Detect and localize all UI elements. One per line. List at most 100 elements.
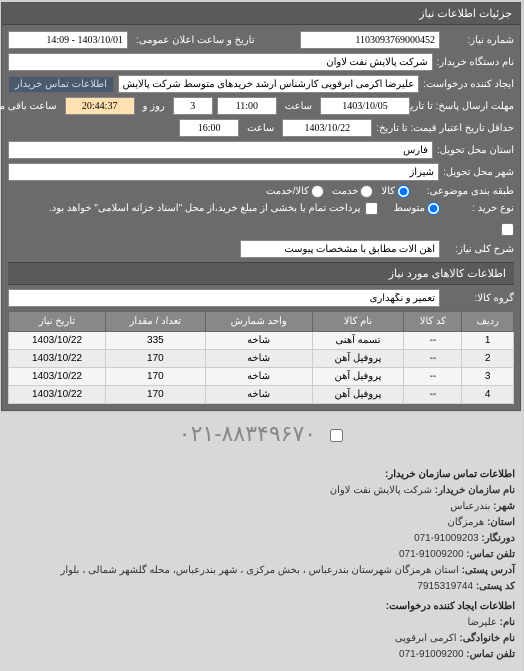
label-desc: شرح کلی نیاز:	[445, 244, 515, 255]
row-desc: شرح کلی نیاز:	[9, 240, 515, 258]
radio-gs-input[interactable]	[312, 185, 325, 198]
label-days-sep: روز و	[144, 101, 166, 112]
th-row: ردیف	[463, 312, 515, 332]
radio-medium-label: متوسط	[395, 203, 426, 214]
th-code: کد کالا	[405, 312, 463, 332]
footer-prov: استان: هرمزگان	[8, 515, 516, 531]
watermark-phone: ۰۲۱-۸۸۳۴۹۶۷۰	[0, 413, 524, 455]
input-buyer[interactable]	[9, 53, 434, 71]
radio-goods[interactable]: کالا	[382, 185, 411, 198]
th-unit: واحد شمارش	[206, 312, 313, 332]
radio-medium[interactable]: متوسط	[395, 202, 441, 215]
table-cell: پروفیل آهن	[313, 350, 405, 368]
input-deadline-time[interactable]	[218, 97, 278, 115]
input-creator[interactable]	[119, 75, 420, 93]
row-validity: حداقل تاریخ اعتبار قیمت: تا تاریخ: ساعت	[9, 119, 515, 137]
table-cell: 1403/10/22	[10, 368, 107, 386]
label-deadline-at: ساعت	[286, 101, 313, 112]
table-cell: 170	[107, 368, 207, 386]
row-purchase-type: نوع خرید : متوسط پرداخت تمام یا بخشی از …	[9, 202, 515, 215]
panel-title: جزئیات اطلاعات نیاز	[3, 3, 521, 25]
label-buyer: نام دستگاه خریدار:	[438, 57, 515, 68]
table-cell: 1403/10/22	[10, 386, 107, 404]
footer-tel2: تلفن تماس: 91009200-071	[8, 647, 516, 663]
checkbox-treasury-input[interactable]	[366, 202, 379, 215]
radio-goods-input[interactable]	[398, 185, 411, 198]
table-cell: 1	[463, 332, 515, 350]
radio-medium-input[interactable]	[428, 202, 441, 215]
input-req-no[interactable]	[301, 31, 441, 49]
watermark-checkbox[interactable]	[331, 429, 344, 442]
label-deadline: مهلت ارسال پاسخ: تا تاریخ:	[415, 101, 515, 112]
table-cell: پروفیل آهن	[313, 368, 405, 386]
checkbox-extra[interactable]	[502, 223, 515, 236]
input-validity-date[interactable]	[283, 119, 373, 137]
radio-service-label: خدمت	[333, 186, 360, 197]
panel-body: شماره نیاز: تاریخ و ساعت اعلان عمومی: نا…	[3, 25, 521, 410]
label-province: استان محل تحویل:	[438, 145, 515, 156]
row-group: گروه کالا:	[9, 289, 515, 307]
purchase-note: پرداخت تمام یا بخشی از مبلغ خرید،از محل …	[50, 203, 362, 214]
row-subject-cat: طبقه بندی موضوعی: کالا خدمت کالا/خدمت	[9, 185, 515, 198]
table-row[interactable]: 3--پروفیل آهنشاخه1701403/10/22	[10, 368, 515, 386]
radio-group-subject: کالا خدمت کالا/خدمت	[267, 185, 411, 198]
footer-org: نام سازمان خریدار: شرکت پالایش نفت لاوان	[8, 483, 516, 499]
footer: اطلاعات تماس سازمان خریدار: نام سازمان خ…	[0, 455, 524, 671]
checkbox-treasury[interactable]: پرداخت تمام یا بخشی از مبلغ خرید،از محل …	[50, 202, 379, 215]
th-name: نام کالا	[313, 312, 405, 332]
table-cell: تسمه آهنی	[313, 332, 405, 350]
table-cell: --	[405, 386, 463, 404]
label-city: شهر محل تحویل:	[444, 167, 515, 178]
table-row[interactable]: 4--پروفیل آهنشاخه1701403/10/22	[10, 386, 515, 404]
goods-section-header: اطلاعات کالاهای مورد نیاز	[9, 262, 515, 285]
footer-post: کد پستی: 7915319744	[8, 579, 516, 595]
input-validity-time[interactable]	[180, 119, 240, 137]
table-cell: 4	[463, 386, 515, 404]
input-announce[interactable]	[9, 31, 129, 49]
table-cell: پروفیل آهن	[313, 386, 405, 404]
footer-family: نام خانوادگی: اکرمی ابرقویی	[8, 631, 516, 647]
label-purchase-type: نوع خرید :	[445, 203, 515, 214]
label-announce: تاریخ و ساعت اعلان عمومی:	[137, 35, 293, 46]
row-req-no: شماره نیاز: تاریخ و ساعت اعلان عمومی:	[9, 31, 515, 49]
radio-service-input[interactable]	[361, 185, 374, 198]
table-cell: 335	[107, 332, 207, 350]
row-buyer: نام دستگاه خریدار:	[9, 53, 515, 71]
table-header-row: ردیف کد کالا نام کالا واحد شمارش تعداد /…	[10, 312, 515, 332]
footer-addr: آدرس پستی: استان هرمزگان شهرستان بندرعبا…	[8, 563, 516, 579]
input-countdown	[66, 97, 136, 115]
th-date: تاریخ نیاز	[10, 312, 107, 332]
table-cell: 170	[107, 386, 207, 404]
label-creator: ایجاد کننده درخواست:	[424, 79, 515, 90]
row-creator: ایجاد کننده درخواست: اطلاعات تماس خریدار	[9, 75, 515, 93]
table-cell: شاخه	[206, 350, 313, 368]
radio-service[interactable]: خدمت	[333, 185, 375, 198]
row-city: شهر محل تحویل:	[9, 163, 515, 181]
table-cell: 1403/10/22	[10, 332, 107, 350]
table-cell: 1403/10/22	[10, 350, 107, 368]
contact-info-button[interactable]: اطلاعات تماس خریدار	[9, 76, 115, 93]
input-city[interactable]	[9, 163, 440, 181]
table-cell: شاخه	[206, 368, 313, 386]
row-checkbox-extra	[9, 223, 515, 236]
table-cell: شاخه	[206, 332, 313, 350]
label-subject-cat: طبقه بندی موضوعی:	[415, 186, 515, 197]
table-row[interactable]: 1--تسمه آهنیشاخه3351403/10/22	[10, 332, 515, 350]
footer-name: نام: علیرضا	[8, 615, 516, 631]
input-group[interactable]	[9, 289, 441, 307]
watermark-text: ۰۲۱-۸۸۳۴۹۶۷۰	[180, 421, 317, 446]
input-deadline-date[interactable]	[321, 97, 411, 115]
goods-table: ردیف کد کالا نام کالا واحد شمارش تعداد /…	[9, 311, 515, 404]
radio-goods-service[interactable]: کالا/خدمت	[267, 185, 325, 198]
label-remaining: ساعت باقی مانده	[0, 101, 58, 112]
input-province[interactable]	[9, 141, 434, 159]
table-row[interactable]: 2--پروفیل آهنشاخه1701403/10/22	[10, 350, 515, 368]
table-cell: --	[405, 368, 463, 386]
label-req-no: شماره نیاز:	[445, 35, 515, 46]
input-desc[interactable]	[241, 240, 441, 258]
table-cell: --	[405, 350, 463, 368]
row-deadline: مهلت ارسال پاسخ: تا تاریخ: ساعت روز و سا…	[9, 97, 515, 115]
input-days[interactable]	[174, 97, 214, 115]
label-validity-at: ساعت	[248, 123, 275, 134]
row-province: استان محل تحویل:	[9, 141, 515, 159]
